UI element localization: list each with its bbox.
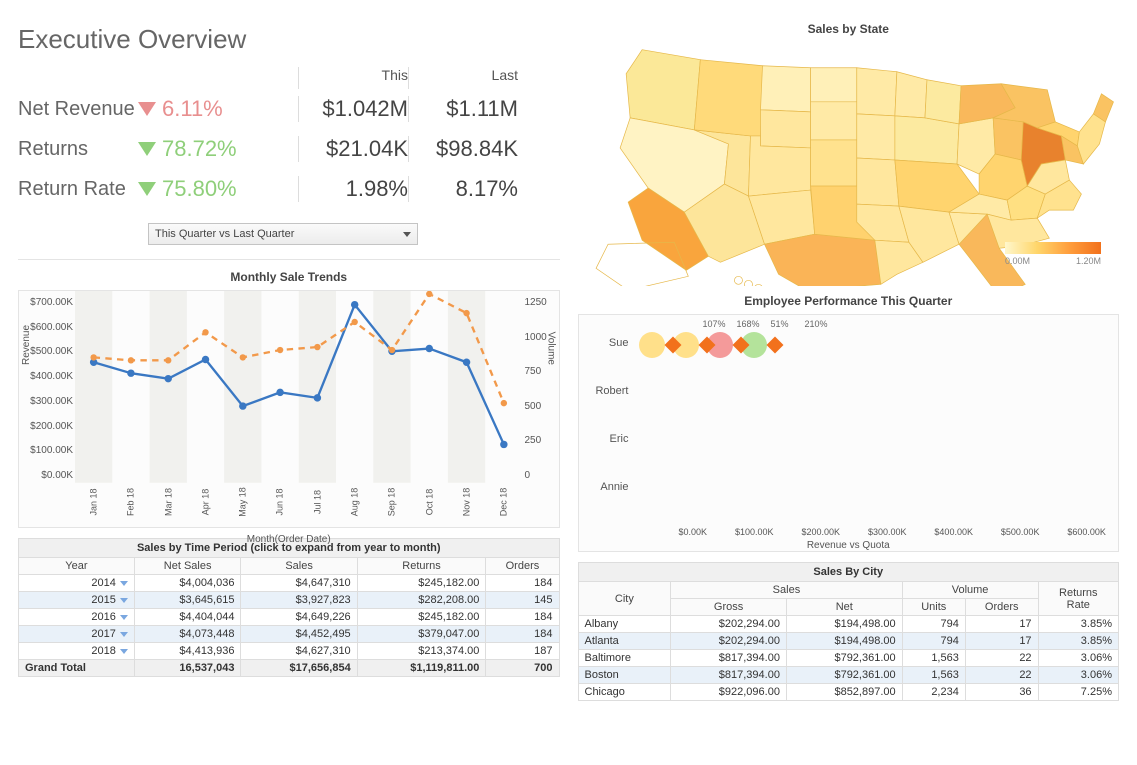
kpi-label: Net Revenue bbox=[18, 98, 138, 121]
legend-min: 0.00M bbox=[1005, 256, 1030, 266]
arrow-down-icon bbox=[138, 182, 156, 196]
col-header[interactable]: Sales bbox=[671, 582, 902, 599]
col-header[interactable]: Net bbox=[786, 599, 902, 616]
kpi-delta: 75.80% bbox=[138, 176, 298, 202]
kpi-label: Return Rate bbox=[18, 178, 138, 201]
chevron-down-icon bbox=[403, 232, 411, 237]
col-header[interactable]: Net Sales bbox=[134, 558, 241, 575]
emp-x-label: Revenue vs Quota bbox=[579, 540, 1119, 551]
col-header[interactable]: Volume bbox=[902, 582, 1038, 599]
col-header[interactable]: Orders bbox=[486, 558, 559, 575]
col-header[interactable]: City bbox=[578, 582, 671, 616]
kpi-header: This Last bbox=[18, 67, 560, 89]
table-row[interactable]: 2014$4,004,036$4,647,310$245,182.00184 bbox=[19, 575, 560, 592]
map-title: Sales by State bbox=[578, 22, 1120, 36]
monthly-trends-title: Monthly Sale Trends bbox=[18, 270, 560, 284]
y1-axis: $700.00K$600.00K$500.00K$400.00K$300.00K… bbox=[19, 291, 75, 509]
employee-pct: 51% bbox=[771, 319, 789, 329]
monthly-trends-chart[interactable]: Revenue $700.00K$600.00K$500.00K$400.00K… bbox=[18, 290, 560, 528]
kpi-row: Return Rate75.80%1.98%8.17% bbox=[18, 169, 560, 209]
city-table-title: Sales By City bbox=[578, 562, 1120, 581]
col-header[interactable]: ReturnsRate bbox=[1038, 582, 1118, 616]
divider bbox=[18, 259, 560, 260]
table-row[interactable]: Albany$202,294.00$194,498.00794173.85% bbox=[578, 616, 1119, 633]
employee-name: Robert bbox=[585, 385, 629, 397]
kpi-label: Returns bbox=[18, 138, 138, 161]
y1-axis-label: Revenue bbox=[21, 325, 32, 365]
kpi-last: $98.84K bbox=[408, 136, 518, 162]
period-selector[interactable]: This Quarter vs Last Quarter bbox=[148, 223, 418, 245]
table-row[interactable]: Chicago$922,096.00$852,897.002,234367.25… bbox=[578, 684, 1119, 701]
y2-axis-label: Volume bbox=[546, 332, 557, 365]
x-axis-ticks: Jan 18Feb 18Mar 18Apr 18May 18Jun 18Jul … bbox=[75, 497, 523, 507]
kpi-head-last: Last bbox=[408, 67, 518, 89]
employee-perf-title: Employee Performance This Quarter bbox=[578, 294, 1120, 308]
kpi-delta: 6.11% bbox=[138, 96, 298, 122]
table-row[interactable]: Boston$817,394.00$792,361.001,563223.06% bbox=[578, 667, 1119, 684]
status-circle-icon bbox=[639, 332, 665, 358]
y2-axis: 125010007505002500 bbox=[523, 291, 559, 509]
x-axis-label: Month(Order Date) bbox=[19, 534, 559, 545]
kpi-this: $21.04K bbox=[298, 136, 408, 162]
expand-icon[interactable] bbox=[120, 632, 128, 637]
table-row[interactable]: Atlanta$202,294.00$194,498.00794173.85% bbox=[578, 633, 1119, 650]
col-header[interactable]: Units bbox=[902, 599, 965, 616]
col-header[interactable]: Sales bbox=[241, 558, 357, 575]
kpi-row: Net Revenue6.11%$1.042M$1.11M bbox=[18, 89, 560, 129]
employee-pct: 210% bbox=[805, 319, 828, 329]
legend-max: 1.20M bbox=[1076, 256, 1101, 266]
expand-icon[interactable] bbox=[120, 598, 128, 603]
kpi-row: Returns78.72%$21.04K$98.84K bbox=[18, 129, 560, 169]
kpi-last: $1.11M bbox=[408, 96, 518, 122]
table-row[interactable]: 2015$3,645,615$3,927,823$282,208.00145 bbox=[19, 592, 560, 609]
arrow-down-icon bbox=[138, 102, 156, 116]
employee-name: Sue bbox=[585, 337, 629, 349]
employee-name: Annie bbox=[585, 481, 629, 493]
sales-by-state-map[interactable]: 0.00M 1.20M bbox=[578, 42, 1120, 286]
employee-pct: 107% bbox=[703, 319, 726, 329]
employee-performance-chart[interactable]: $0.00K$100.00K$200.00K$300.00K$400.00K$5… bbox=[578, 314, 1120, 552]
sales-by-city-table[interactable]: Sales By City CitySalesVolumeReturnsRate… bbox=[578, 562, 1120, 701]
col-header[interactable]: Returns bbox=[357, 558, 486, 575]
arrow-down-icon bbox=[138, 142, 156, 156]
employee-name: Eric bbox=[585, 433, 629, 445]
col-header[interactable]: Orders bbox=[965, 599, 1038, 616]
employee-row[interactable]: 107% bbox=[639, 321, 673, 369]
kpi-last: 8.17% bbox=[408, 176, 518, 202]
employee-pct: 168% bbox=[737, 319, 760, 329]
period-selector-label: This Quarter vs Last Quarter bbox=[155, 228, 294, 240]
table-row[interactable]: Baltimore$817,394.00$792,361.001,563223.… bbox=[578, 650, 1119, 667]
quota-diamond-icon bbox=[766, 337, 783, 354]
col-header[interactable]: Gross bbox=[671, 599, 787, 616]
emp-x-axis: $0.00K$100.00K$200.00K$300.00K$400.00K$5… bbox=[679, 527, 1107, 537]
col-header[interactable]: Year bbox=[19, 558, 135, 575]
expand-icon[interactable] bbox=[120, 649, 128, 654]
kpi-this: $1.042M bbox=[298, 96, 408, 122]
table-row[interactable]: 2017$4,073,448$4,452,495$379,047.00184 bbox=[19, 626, 560, 643]
grand-total-row: Grand Total16,537,043$17,656,854$1,119,8… bbox=[19, 660, 560, 677]
table-row[interactable]: 2018$4,413,936$4,627,310$213,374.00187 bbox=[19, 643, 560, 660]
kpi-head-this: This bbox=[298, 67, 408, 89]
page-title: Executive Overview bbox=[18, 24, 560, 55]
time-period-table[interactable]: Sales by Time Period (click to expand fr… bbox=[18, 538, 560, 677]
kpi-this: 1.98% bbox=[298, 176, 408, 202]
expand-icon[interactable] bbox=[120, 581, 128, 586]
expand-icon[interactable] bbox=[120, 615, 128, 620]
kpi-delta: 78.72% bbox=[138, 136, 298, 162]
table-row[interactable]: 2016$4,404,044$4,649,226$245,182.00184 bbox=[19, 609, 560, 626]
map-legend: 0.00M 1.20M bbox=[1005, 242, 1101, 266]
